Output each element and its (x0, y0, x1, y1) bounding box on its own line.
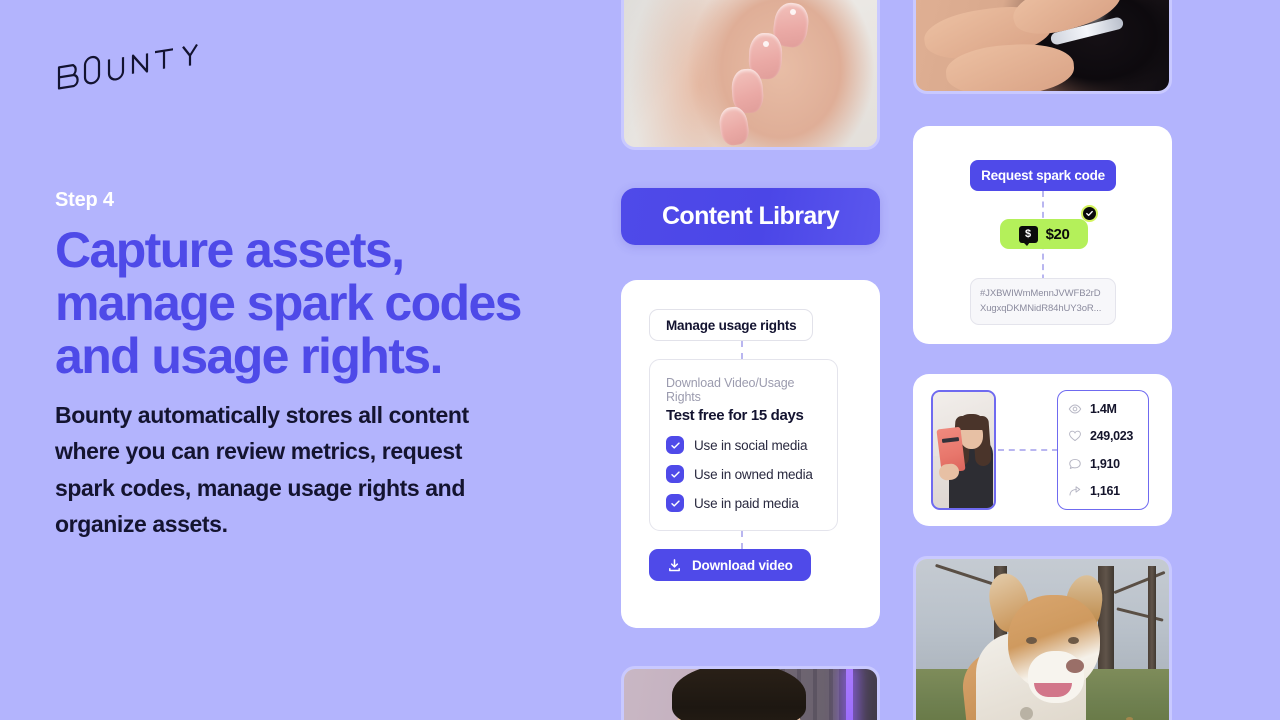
metric-row: 249,023 (1068, 429, 1138, 443)
creator-thumbnail[interactable] (931, 390, 996, 510)
spark-code-card: Request spark code $ $20 #JXBWIWmMennJVW… (913, 126, 1172, 344)
usage-rights-card: Manage usage rights Download Video/Usage… (621, 280, 880, 628)
hero-copy: Step 4 Capture assets, manage spark code… (55, 188, 575, 542)
connector-dash-bottom (741, 531, 743, 549)
metrics-card: 1.4M 249,023 1,910 1,161 (913, 374, 1172, 526)
download-video-button[interactable]: Download video (649, 549, 811, 581)
bounty-logo (55, 38, 215, 98)
metric-row: 1,161 (1068, 484, 1138, 498)
usage-rights-option[interactable]: Use in owned media (666, 465, 821, 483)
ring-photo (913, 0, 1172, 94)
metric-value: 1,910 (1090, 456, 1120, 471)
content-library-card[interactable]: Content Library (621, 188, 880, 245)
usage-rights-option-label: Use in social media (694, 437, 808, 453)
connector-dash-top (741, 341, 743, 359)
verified-check-icon (1081, 205, 1098, 222)
checkbox-checked-icon[interactable] (666, 465, 684, 483)
usage-rights-panel: Download Video/Usage Rights Test free fo… (649, 359, 838, 531)
download-icon (667, 558, 682, 573)
money-bill-icon: $ (1018, 225, 1038, 246)
manicure-photo (621, 0, 880, 150)
metric-row: 1,910 (1068, 457, 1138, 471)
usage-rights-option[interactable]: Use in paid media (666, 494, 821, 512)
hero-description: Bounty automatically stores all content … (55, 402, 469, 537)
usage-rights-option-label: Use in paid media (694, 495, 799, 511)
metric-value: 1.4M (1090, 402, 1117, 416)
usage-rights-option[interactable]: Use in social media (666, 436, 821, 454)
share-icon (1068, 484, 1082, 498)
content-library-label: Content Library (661, 202, 840, 230)
comment-icon (1068, 457, 1082, 471)
usage-rights-options: Use in social media Use in owned media U… (666, 436, 821, 512)
payout-amount-chip: $ $20 (1000, 219, 1088, 249)
metrics-connector-dash (998, 449, 1058, 451)
page-title: Capture assets, manage spark codes and u… (55, 222, 522, 384)
marketing-slide: Step 4 Capture assets, manage spark code… (0, 0, 1280, 720)
metric-row: 1.4M (1068, 402, 1138, 416)
eye-icon (1068, 402, 1082, 416)
checkbox-checked-icon[interactable] (666, 436, 684, 454)
step-label: Step 4 (55, 189, 114, 211)
usage-rights-subtitle: Download Video/Usage Rights (666, 376, 795, 404)
heart-icon (1068, 429, 1082, 443)
download-video-label: Download video (692, 557, 793, 573)
man-photo (621, 666, 880, 720)
checkbox-checked-icon[interactable] (666, 494, 684, 512)
payout-amount: $20 (1045, 225, 1070, 243)
metric-value: 249,023 (1090, 429, 1134, 444)
usage-rights-title: Test free for 15 days (666, 407, 804, 424)
dog-photo (913, 556, 1172, 720)
metrics-list: 1.4M 249,023 1,910 1,161 (1057, 390, 1149, 510)
usage-rights-option-label: Use in owned media (694, 466, 813, 482)
request-spark-code-button[interactable]: Request spark code (970, 160, 1116, 191)
metric-value: 1,161 (1090, 483, 1120, 498)
spark-code-field[interactable]: #JXBWIWmMennJVWFB2rD XugxqDKMNidR84hUY3o… (970, 278, 1116, 326)
manage-usage-rights-button[interactable]: Manage usage rights (649, 309, 814, 341)
spark-code-value: #JXBWIWmMennJVWFB2rD XugxqDKMNidR84hUY3o… (980, 288, 1102, 314)
